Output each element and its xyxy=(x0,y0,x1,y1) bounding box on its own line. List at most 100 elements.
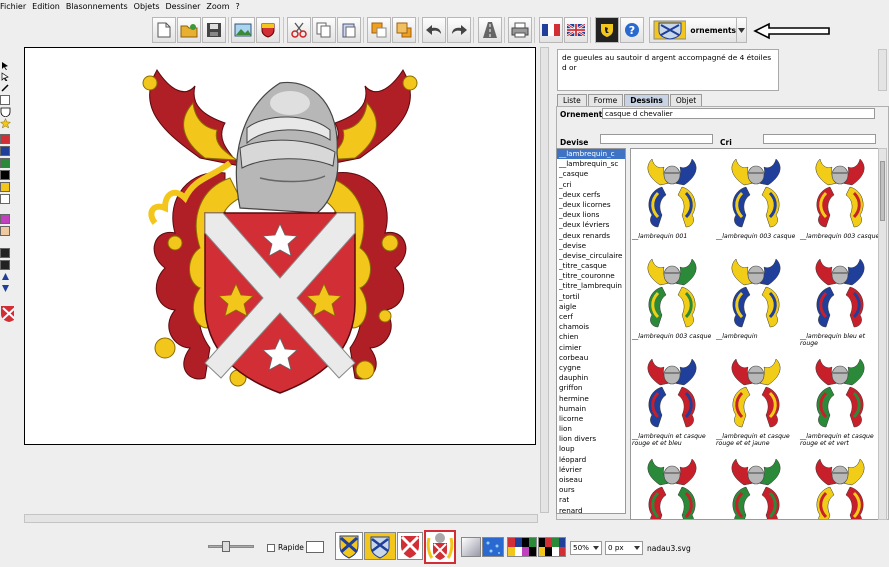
list-item[interactable]: loup xyxy=(557,444,625,454)
gallery-item[interactable]: __lambrequin et casque rouge et et vert xyxy=(800,353,879,453)
palette-swatch-1[interactable] xyxy=(507,537,537,557)
tab-dessins[interactable]: Dessins xyxy=(624,94,669,106)
list-item[interactable]: _deux lévriers xyxy=(557,220,625,230)
back-button[interactable] xyxy=(392,17,416,43)
gallery-item[interactable]: __lambrequin 001 xyxy=(632,153,716,253)
menu-zoom[interactable]: Zoom xyxy=(206,2,229,11)
thumb-red-shield[interactable] xyxy=(397,532,423,560)
list-item[interactable]: dauphin xyxy=(557,373,625,383)
layer-tool-1[interactable] xyxy=(0,248,10,258)
tab-liste[interactable]: Liste xyxy=(557,94,587,106)
thumb-coat-of-arms[interactable] xyxy=(424,530,456,564)
cri-field[interactable] xyxy=(763,134,876,144)
menu-help[interactable]: ? xyxy=(235,2,239,11)
shield-button[interactable] xyxy=(256,17,280,43)
open-button[interactable] xyxy=(177,17,201,43)
list-item[interactable]: _deux lions xyxy=(557,210,625,220)
devise-field[interactable] xyxy=(600,134,713,144)
ornament-selector[interactable]: ornements xyxy=(649,17,737,43)
arrow-up-icon[interactable] xyxy=(1,272,10,281)
speed-slider-thumb[interactable] xyxy=(222,541,230,552)
color-vert[interactable] xyxy=(0,158,10,168)
list-item[interactable]: lion xyxy=(557,424,625,434)
canvas-vertical-scrollbar[interactable] xyxy=(540,47,549,513)
new-button[interactable] xyxy=(152,17,176,43)
list-item[interactable]: _titre_casque xyxy=(557,261,625,271)
lang-fr-button[interactable] xyxy=(539,17,563,43)
gallery-item[interactable]: __lambrequin 003 casque xyxy=(800,153,879,253)
gallery-item[interactable]: __lambrequin et casque rouge et et jaune xyxy=(716,353,800,453)
cut-button[interactable] xyxy=(287,17,311,43)
lang-en-button[interactable] xyxy=(564,17,588,43)
ornements-field[interactable]: casque d chevalier xyxy=(602,108,875,119)
list-item[interactable]: __lambrequin_sc xyxy=(557,159,625,169)
select-tool-icon[interactable] xyxy=(1,72,10,81)
speed-slider-track[interactable] xyxy=(208,545,254,548)
thumb-blue-shield[interactable] xyxy=(335,532,363,560)
list-item[interactable]: cygne xyxy=(557,363,625,373)
gallery-scroll-thumb[interactable] xyxy=(880,161,885,221)
list-item[interactable]: __lambrequin_c xyxy=(557,149,625,160)
list-item[interactable]: _titre_couronne xyxy=(557,271,625,281)
print-button[interactable] xyxy=(508,17,532,43)
color-sable[interactable] xyxy=(0,170,10,180)
list-item[interactable]: léopard xyxy=(557,455,625,465)
list-item[interactable]: corbeau xyxy=(557,353,625,363)
gallery-item[interactable]: __lambrequin xyxy=(716,253,800,353)
canvas-horizontal-scrollbar[interactable] xyxy=(24,514,538,523)
list-item[interactable]: _cri xyxy=(557,180,625,190)
zoom-select[interactable]: 50% xyxy=(570,541,602,555)
menu-dessiner[interactable]: Dessiner xyxy=(166,2,201,11)
star-tool-icon[interactable] xyxy=(0,118,11,129)
list-item[interactable]: ours xyxy=(557,485,625,495)
copy-button[interactable] xyxy=(312,17,336,43)
list-item[interactable]: cerf xyxy=(557,312,625,322)
offset-select[interactable]: 0 px xyxy=(605,541,643,555)
menu-blasonnements[interactable]: Blasonnements xyxy=(66,2,128,11)
list-item[interactable]: aigle xyxy=(557,302,625,312)
color-purpure[interactable] xyxy=(0,214,10,224)
tab-forme[interactable]: Forme xyxy=(587,94,624,106)
list-item[interactable]: _devise xyxy=(557,241,625,251)
ornament-gallery[interactable]: __lambrequin 001 __lambrequin 003 casque _… xyxy=(630,148,880,520)
save-button[interactable] xyxy=(202,17,226,43)
color-or[interactable] xyxy=(0,182,10,192)
menu-edition[interactable]: Edition xyxy=(32,2,60,11)
list-item[interactable]: _deux licornes xyxy=(557,200,625,210)
gallery-item[interactable]: __lambrequin et casque rouge et et bleu xyxy=(632,353,716,453)
list-item[interactable]: _casque xyxy=(557,169,625,179)
tab-objet[interactable]: Objet xyxy=(669,94,703,106)
menu-objets[interactable]: Objets xyxy=(134,2,160,11)
pointer-tool-icon[interactable] xyxy=(1,61,10,70)
rapide-checkbox[interactable] xyxy=(267,544,275,552)
thumb-ornament[interactable] xyxy=(364,532,396,560)
list-item[interactable]: _deux renards xyxy=(557,231,625,241)
blazon-button[interactable] xyxy=(595,17,619,43)
list-item[interactable]: lion divers xyxy=(557,434,625,444)
gallery-item[interactable]: __lambrequin 003 casque xyxy=(632,253,716,353)
image-button[interactable] xyxy=(231,17,255,43)
arrow-down-icon[interactable] xyxy=(1,284,10,293)
gallery-item[interactable]: __lambrequin 003 casque xyxy=(716,153,800,253)
list-item[interactable]: _tortil xyxy=(557,292,625,302)
color-preview-box[interactable] xyxy=(306,541,324,553)
drawing-canvas[interactable] xyxy=(24,47,536,445)
gallery-item[interactable] xyxy=(716,453,800,519)
color-gules[interactable] xyxy=(0,134,10,144)
list-item[interactable]: humain xyxy=(557,404,625,414)
list-item[interactable]: _devise_circulaire xyxy=(557,251,625,261)
paste-button[interactable] xyxy=(337,17,361,43)
list-item[interactable]: oiseau xyxy=(557,475,625,485)
front-button[interactable] xyxy=(367,17,391,43)
texture-swatch[interactable] xyxy=(482,537,504,557)
redo-button[interactable] xyxy=(447,17,471,43)
list-item[interactable]: cimier xyxy=(557,343,625,353)
list-item[interactable]: rat xyxy=(557,495,625,505)
ornament-dropdown-button[interactable] xyxy=(736,17,747,43)
road-button[interactable] xyxy=(478,17,502,43)
list-item[interactable]: _deux cerfs xyxy=(557,190,625,200)
list-item[interactable]: chien xyxy=(557,332,625,342)
pen-tool-icon[interactable] xyxy=(1,83,10,92)
palette-swatch-2[interactable] xyxy=(538,537,566,557)
list-item[interactable]: lévrier xyxy=(557,465,625,475)
